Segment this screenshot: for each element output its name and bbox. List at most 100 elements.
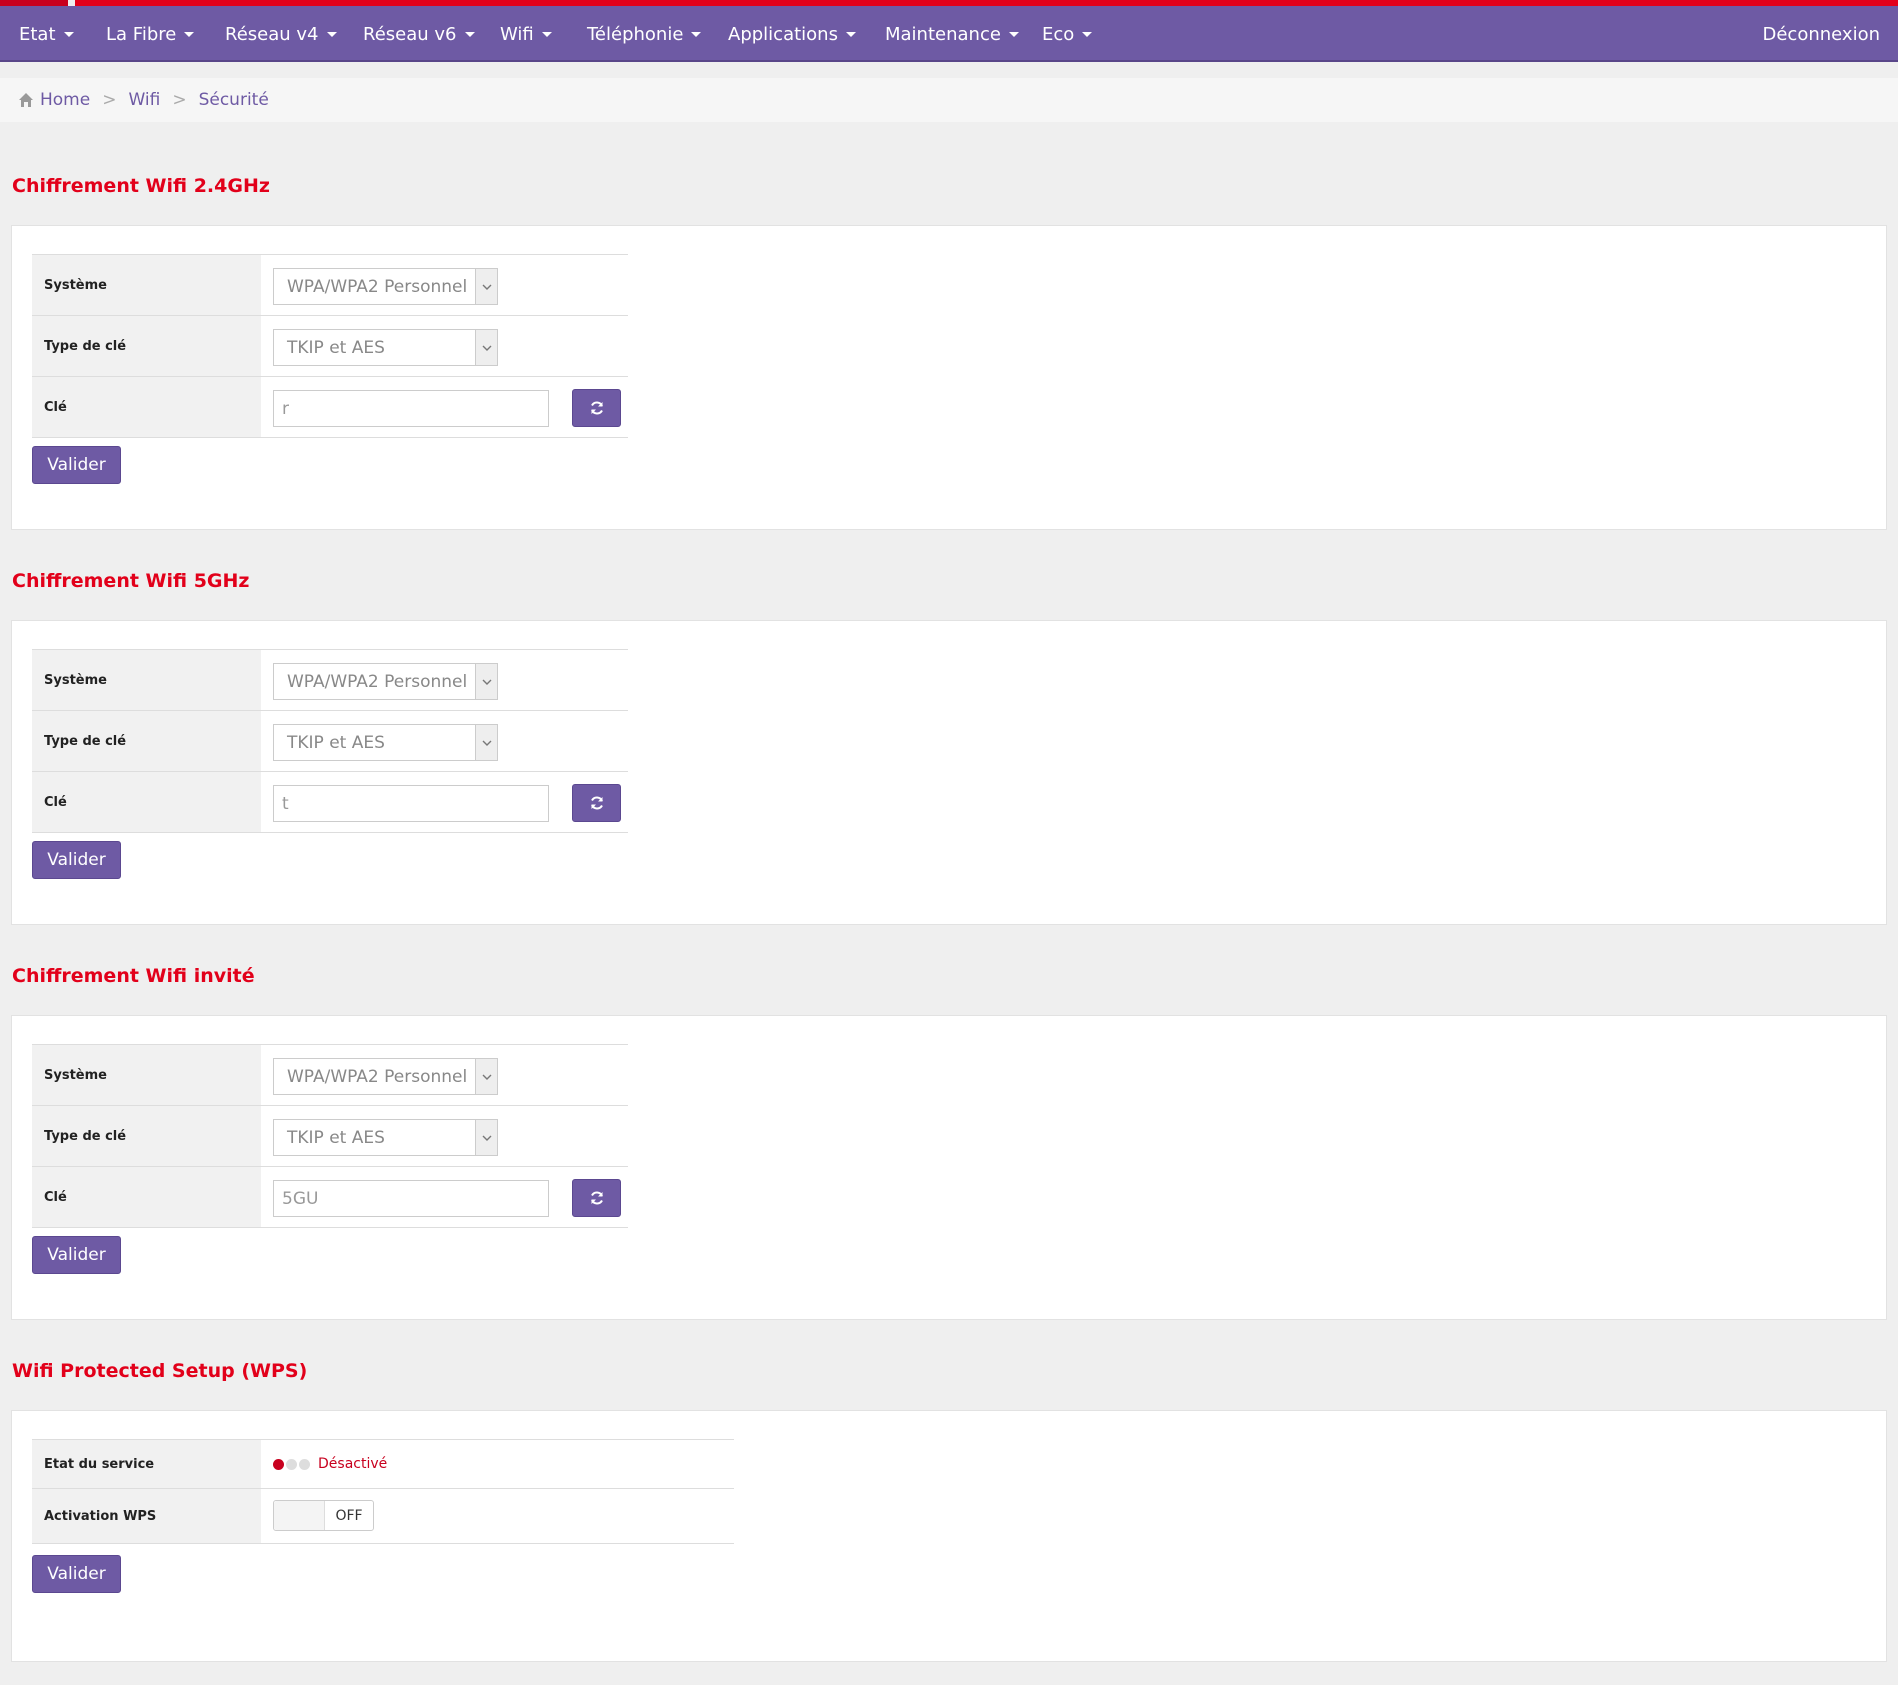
select-type-cle[interactable]: TKIP et AES <box>273 329 498 366</box>
select-type-cle[interactable]: TKIP et AES <box>273 724 498 761</box>
caret-down-icon <box>184 31 195 37</box>
caret-down-icon <box>326 31 337 37</box>
nav-etat[interactable]: Etat <box>19 6 74 62</box>
nav-label: Téléphonie <box>587 23 684 45</box>
row-cle: Clé <box>32 1167 628 1228</box>
label-systeme: Système <box>32 255 261 315</box>
label-type-cle: Type de clé <box>32 711 261 771</box>
row-type-cle: Type de clé TKIP et AES <box>32 316 628 377</box>
row-systeme: Système WPA/WPA2 Personnel <box>32 255 628 316</box>
form-table: Système WPA/WPA2 Personnel Type de clé T… <box>32 254 628 438</box>
caret-down-icon <box>1082 31 1093 37</box>
panel-invite: Système WPA/WPA2 Personnel Type de clé T… <box>11 1015 1887 1320</box>
nav-reseau-v4[interactable]: Réseau v4 <box>225 6 337 62</box>
regenerate-key-button[interactable] <box>572 389 621 427</box>
chevron-down-icon <box>475 725 497 760</box>
select-value: TKIP et AES <box>287 732 385 753</box>
breadcrumb-current[interactable]: Sécurité <box>199 90 269 110</box>
select-value: WPA/WPA2 Personnel <box>287 671 468 692</box>
nav-label: Réseau v6 <box>363 23 457 45</box>
breadcrumb-separator: > <box>102 90 117 110</box>
select-value: WPA/WPA2 Personnel <box>287 276 468 297</box>
valider-button[interactable]: Valider <box>32 1555 121 1593</box>
nav-label: Applications <box>728 23 838 45</box>
section-title-2-4ghz: Chiffrement Wifi 2.4GHz <box>12 175 270 197</box>
logout-label: Déconnexion <box>1762 23 1881 45</box>
logout-link[interactable]: Déconnexion <box>1763 6 1881 62</box>
caret-down-icon <box>691 31 702 37</box>
label-cle: Clé <box>32 1167 261 1227</box>
section-title-invite: Chiffrement Wifi invité <box>12 965 255 987</box>
label-etat-service: Etat du service <box>32 1440 261 1488</box>
nav-reseau-v6[interactable]: Réseau v6 <box>363 6 475 62</box>
row-type-cle: Type de clé TKIP et AES <box>32 711 628 772</box>
row-systeme: Système WPA/WPA2 Personnel <box>32 1045 628 1106</box>
breadcrumb: Home > Wifi > Sécurité <box>0 78 1898 122</box>
status-dot-icon <box>286 1458 297 1470</box>
chevron-down-icon <box>475 1120 497 1155</box>
wps-table: Etat du service Désactivé Activation WPS… <box>32 1439 734 1544</box>
nav-applications[interactable]: Applications <box>728 6 856 62</box>
toggle-state: OFF <box>335 1507 363 1524</box>
wps-toggle[interactable]: OFF <box>273 1500 374 1531</box>
key-input[interactable] <box>273 1180 549 1217</box>
home-icon <box>19 93 33 107</box>
select-systeme[interactable]: WPA/WPA2 Personnel <box>273 268 498 305</box>
regenerate-key-button[interactable] <box>572 1179 621 1217</box>
refresh-icon <box>590 796 603 810</box>
select-type-cle[interactable]: TKIP et AES <box>273 1119 498 1156</box>
key-input[interactable] <box>273 390 549 427</box>
status-dot-icon <box>299 1458 310 1470</box>
form-table: Système WPA/WPA2 Personnel Type de clé T… <box>32 649 628 833</box>
select-value: TKIP et AES <box>287 337 385 358</box>
caret-down-icon <box>63 31 74 37</box>
key-input[interactable] <box>273 785 549 822</box>
section-title-wps: Wifi Protected Setup (WPS) <box>12 1360 308 1382</box>
caret-down-icon <box>1008 31 1019 37</box>
caret-down-icon <box>541 31 552 37</box>
breadcrumb-home[interactable]: Home <box>40 90 90 110</box>
label-type-cle: Type de clé <box>32 1106 261 1166</box>
valider-button[interactable]: Valider <box>32 841 121 879</box>
chevron-down-icon <box>475 664 497 699</box>
nav-label: La Fibre <box>106 23 177 45</box>
caret-down-icon <box>845 31 856 37</box>
breadcrumb-wifi[interactable]: Wifi <box>128 90 160 110</box>
valider-button[interactable]: Valider <box>32 1236 121 1274</box>
label-activation-wps: Activation WPS <box>32 1489 261 1543</box>
select-systeme[interactable]: WPA/WPA2 Personnel <box>273 663 498 700</box>
main-navbar: Etat La Fibre Réseau v4 Réseau v6 Wifi T… <box>0 6 1898 62</box>
row-activation-wps: Activation WPS OFF <box>32 1489 734 1544</box>
nav-label: Eco <box>1042 23 1075 45</box>
caret-down-icon <box>464 31 475 37</box>
label-type-cle: Type de clé <box>32 316 261 376</box>
nav-telephonie[interactable]: Téléphonie <box>587 6 702 62</box>
regenerate-key-button[interactable] <box>572 784 621 822</box>
panel-2-4ghz: Système WPA/WPA2 Personnel Type de clé T… <box>11 225 1887 530</box>
select-systeme[interactable]: WPA/WPA2 Personnel <box>273 1058 498 1095</box>
row-cle: Clé <box>32 377 628 438</box>
breadcrumb-separator: > <box>172 90 187 110</box>
nav-eco[interactable]: Eco <box>1042 6 1093 62</box>
section-title-5ghz: Chiffrement Wifi 5GHz <box>12 570 250 592</box>
status-indicator: Désactivé <box>273 1440 387 1488</box>
nav-la-fibre[interactable]: La Fibre <box>106 6 195 62</box>
nav-label: Etat <box>19 23 56 45</box>
nav-label: Wifi <box>500 23 534 45</box>
row-cle: Clé <box>32 772 628 833</box>
nav-label: Réseau v4 <box>225 23 319 45</box>
toggle-knob <box>274 1501 325 1530</box>
refresh-icon <box>590 1191 603 1205</box>
row-type-cle: Type de clé TKIP et AES <box>32 1106 628 1167</box>
label-cle: Clé <box>32 377 261 437</box>
select-value: TKIP et AES <box>287 1127 385 1148</box>
panel-wps: Etat du service Désactivé Activation WPS… <box>11 1410 1887 1662</box>
status-text: Désactivé <box>318 1456 388 1472</box>
row-etat-service: Etat du service Désactivé <box>32 1440 734 1489</box>
label-systeme: Système <box>32 650 261 710</box>
valider-button[interactable]: Valider <box>32 446 121 484</box>
nav-wifi[interactable]: Wifi <box>500 6 552 62</box>
nav-maintenance[interactable]: Maintenance <box>885 6 1019 62</box>
chevron-down-icon <box>475 269 497 304</box>
nav-label: Maintenance <box>885 23 1001 45</box>
